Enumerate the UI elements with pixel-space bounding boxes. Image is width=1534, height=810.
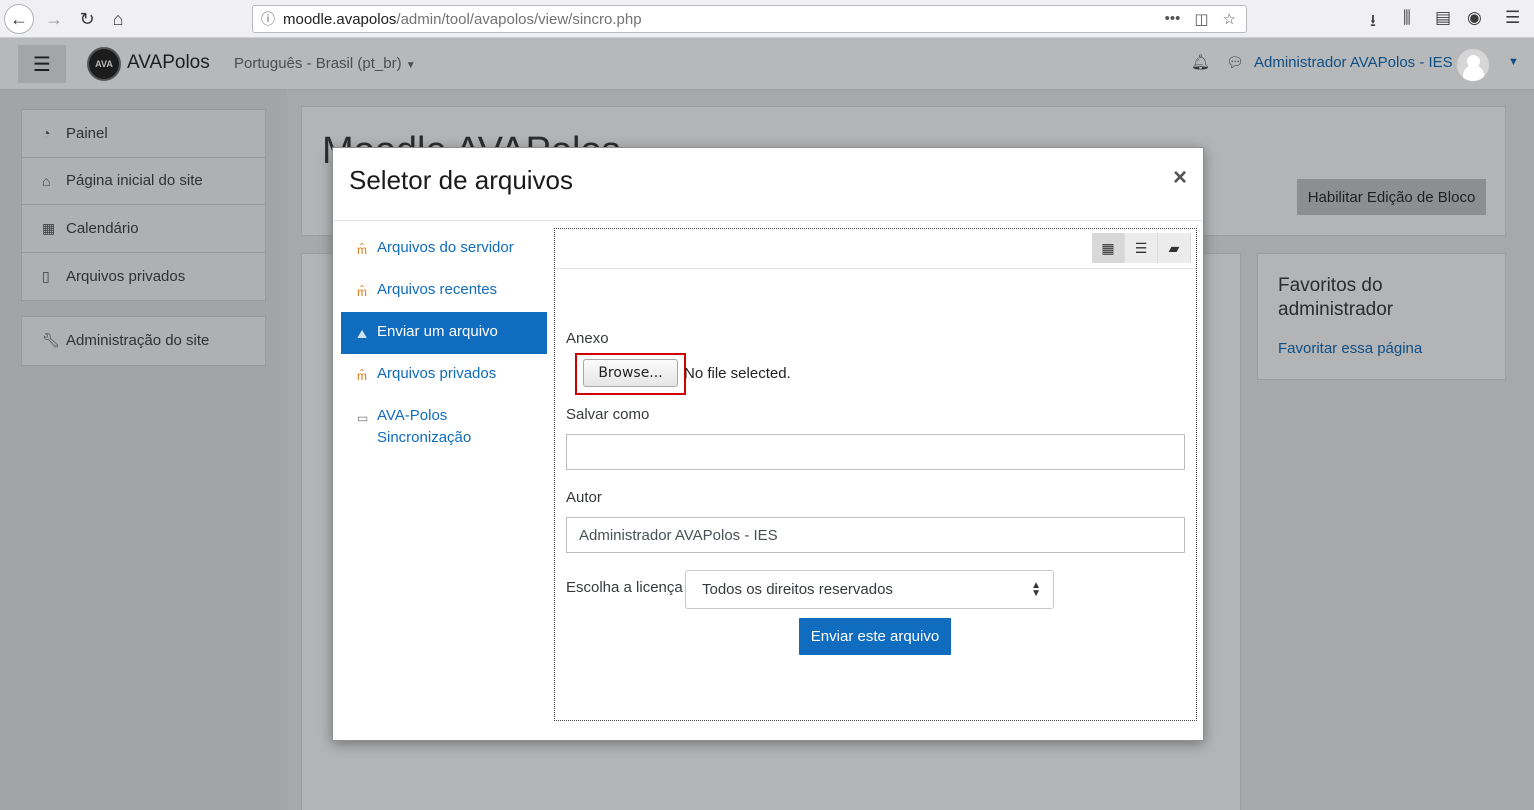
browse-button[interactable]: Browse... — [583, 359, 678, 387]
more-actions-icon[interactable]: ••• — [1165, 10, 1181, 28]
favorite-page-link[interactable]: Favoritar essa página — [1278, 340, 1422, 357]
hamburger-icon[interactable]: ☰ — [18, 45, 66, 83]
drawer-item-painel[interactable]: ◔ Painel — [22, 110, 265, 158]
repo-label: AVA-Polos Sincronização — [377, 407, 472, 446]
repo-upload-file[interactable]: ⛰ Enviar um arquivo — [341, 312, 547, 354]
drawer-item-label: Administração do site — [66, 332, 210, 350]
reload-icon[interactable]: ↻ — [72, 4, 102, 34]
repo-recent-files[interactable]: m̂ Arquivos recentes — [341, 270, 547, 312]
menu-icon[interactable]: ☰ — [1505, 8, 1520, 28]
save-as-input[interactable] — [566, 434, 1185, 470]
home-icon: ⌂ — [42, 172, 51, 189]
repo-avapolos-sync[interactable]: ▭ AVA-Polos Sincronização — [341, 396, 547, 458]
address-bar[interactable]: ⓘ moodle.avapolos/admin/tool/avapolos/vi… — [252, 5, 1247, 33]
repo-server-files[interactable]: m̂ Arquivos do servidor — [341, 228, 547, 270]
drawer-item-home[interactable]: ⌂ Página inicial do site — [22, 158, 265, 205]
forward-icon[interactable]: → — [39, 4, 69, 34]
info-icon[interactable]: ⓘ — [253, 9, 283, 29]
avapolos-logo[interactable]: AVA — [87, 47, 121, 81]
drawer-item-label: Painel — [66, 124, 108, 142]
library-icon[interactable]: ⫼ — [1403, 8, 1411, 28]
drawer-item-label: Arquivos privados — [66, 267, 186, 285]
drawer-item-label: Página inicial do site — [66, 172, 203, 190]
language-menu[interactable]: Português - Brasil (pt_br) ▼ — [234, 55, 416, 72]
caret-down-icon: ▼ — [405, 60, 416, 71]
favorites-title: Favoritos do administrador — [1278, 275, 1394, 320]
wrench-icon: 🔧︎ — [42, 332, 60, 349]
drawer-main-group: ◔ Painel ⌂ Página inicial do site ▦ Calendá… — [21, 109, 266, 301]
account-icon[interactable]: ◉ — [1467, 8, 1482, 28]
moodle-icon: m̂ — [357, 285, 367, 299]
file-picker-panel: ▦ ☰ ▰ Anexo Browse... No file selected. … — [554, 228, 1197, 721]
author-label: Autor — [566, 489, 602, 506]
sidebar-icon[interactable]: ▤ — [1435, 8, 1451, 28]
upload-submit-button[interactable]: Enviar este arquivo — [799, 618, 951, 655]
moodle-icon: m̂ — [357, 369, 367, 383]
user-menu[interactable]: Administrador AVAPolos - IES — [1254, 54, 1453, 71]
moodle-icon: m̂ — [357, 243, 367, 257]
attachment-label: Anexo — [566, 330, 609, 347]
author-input[interactable]: Administrador AVAPolos - IES — [566, 517, 1185, 553]
icons-view-icon[interactable]: ▦ — [1092, 233, 1125, 263]
view-toolbar: ▦ ☰ ▰ — [555, 229, 1196, 269]
save-as-label: Salvar como — [566, 406, 650, 423]
license-select[interactable]: Todos os direitos reservados ▲ ▼ — [685, 570, 1054, 609]
file-icon: ▯ — [42, 267, 50, 284]
browser-toolbar: ← → ↻ ⌂ ⓘ moodle.avapolos/admin/tool/ava… — [0, 0, 1534, 38]
downloads-icon[interactable]: ⭳ — [1370, 8, 1376, 37]
select-arrows-icon: ▲ ▼ — [1031, 580, 1041, 599]
repo-private-files[interactable]: m̂ Arquivos privados — [341, 354, 547, 396]
repository-list: m̂ Arquivos do servidor m̂ Arquivos recent… — [341, 228, 547, 458]
repo-label: Arquivos recentes — [377, 281, 498, 298]
no-file-text: No file selected. — [684, 365, 791, 382]
top-navbar: ☰ AVA AVAPolos Português - Brasil (pt_br… — [0, 38, 1534, 90]
edit-blocks-button[interactable]: Habilitar Edição de Bloco — [1297, 179, 1486, 215]
dashboard-icon: ◔ — [42, 125, 51, 142]
drawer-admin-group: 🔧︎ Administração do site — [21, 316, 266, 366]
upload-icon: ⛰ — [357, 327, 368, 341]
dialog-header: Seletor de arquivos × — [333, 148, 1203, 221]
caret-down-icon[interactable]: ▼ — [1508, 56, 1519, 68]
home-icon[interactable]: ⌂ — [103, 4, 133, 34]
drawer-item-label: Calendário — [66, 219, 139, 237]
license-selected-value: Todos os direitos reservados — [702, 581, 893, 598]
license-label: Escolha a licença — [566, 579, 683, 596]
repo-label: Arquivos privados — [377, 365, 497, 382]
disk-icon: ▭ — [357, 411, 369, 425]
dialog-title: Seletor de arquivos — [349, 165, 574, 195]
repo-label: Arquivos do servidor — [377, 239, 514, 256]
calendar-icon: ▦ — [42, 219, 56, 236]
pocket-icon[interactable]: ◫ — [1194, 10, 1208, 28]
nav-drawer: ◔ Painel ⌂ Página inicial do site ▦ Calendá… — [0, 90, 287, 810]
drawer-item-calendar[interactable]: ▦ Calendário — [22, 205, 265, 253]
drawer-item-site-admin[interactable]: 🔧︎ Administração do site — [22, 317, 265, 365]
back-icon[interactable]: ← — [4, 4, 34, 34]
list-view-icon[interactable]: ☰ — [1125, 233, 1158, 263]
brand-name[interactable]: AVAPolos — [127, 52, 210, 74]
url-text: moodle.avapolos/admin/tool/avapolos/view… — [283, 10, 642, 28]
messages-icon[interactable]: 💬︎ — [1226, 54, 1244, 71]
file-picker-dialog: Seletor de arquivos × m̂ Arquivos do serv… — [332, 147, 1204, 741]
notifications-bell-icon[interactable]: 🔔︎ — [1191, 53, 1210, 71]
close-icon[interactable]: × — [1173, 164, 1187, 192]
drawer-item-private-files[interactable]: ▯ Arquivos privados — [22, 253, 265, 301]
repo-label: Enviar um arquivo — [377, 323, 498, 340]
bookmark-star-icon[interactable]: ☆ — [1223, 10, 1236, 28]
tree-view-icon[interactable]: ▰ — [1158, 233, 1191, 263]
avatar[interactable] — [1456, 48, 1490, 82]
